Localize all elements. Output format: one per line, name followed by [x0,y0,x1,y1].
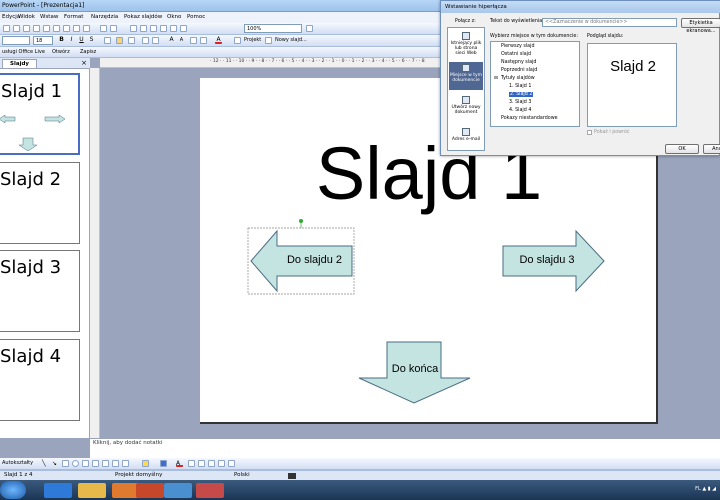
spellcheck-icon [288,473,296,479]
arrow-icon[interactable]: ↘ [52,460,59,467]
arrow-style-icon[interactable] [208,460,215,467]
shadow-style-icon[interactable] [218,460,225,467]
oval-icon[interactable] [72,460,79,467]
screentip-button[interactable]: Etykietka ekranowa... [681,18,720,34]
link-option-email[interactable]: Adres e-mail [449,126,483,154]
places-tree[interactable]: Pierwszy slajd Ostatni slajd Następny sl… [490,41,580,127]
place-slide-3[interactable]: 3. Slajd 3 [509,100,531,105]
slide-preview: Slajd 2 [587,43,677,127]
diagram-icon[interactable] [102,460,109,467]
right-arrow-text[interactable]: Do slajdu 3 [503,254,591,266]
cancel-button[interactable]: Anuluj [703,144,720,154]
dash-style-icon[interactable] [198,460,205,467]
place-last-slide[interactable]: Ostatni slajd [501,52,531,57]
line-icon[interactable]: ╲ [42,460,49,467]
ok-button[interactable]: OK [665,144,699,154]
link-option-new-document[interactable]: Utwórz nowy dokument [449,94,483,122]
place-slide-1[interactable]: 1. Slajd 1 [509,84,531,89]
autoshapes-menu[interactable]: Autokształty [2,460,33,466]
rectangle-icon[interactable] [62,460,69,467]
email-icon [462,128,470,136]
notes-pane[interactable]: Kliknij, aby dodać notatki [90,438,720,458]
explorer-icon[interactable] [78,483,106,498]
down-arrow-text[interactable]: Do końca [378,363,452,375]
system-tray: FL ▲ ▮ ◢ [695,486,716,492]
tree-collapse-icon[interactable]: ⊟ [494,76,498,81]
preview-label: Podgląd slajdu: [587,34,624,39]
link-option-web[interactable]: Istniejący plik lub strona sieci Web [449,30,483,58]
wordart-icon[interactable] [92,460,99,467]
place-slide-4[interactable]: 4. Slajd 4 [509,108,531,113]
show-return-checkbox[interactable] [587,130,592,135]
taskbar: FL ▲ ▮ ◢ [0,480,720,500]
link-to-label: Połącz z: [455,19,476,24]
rotation-handle[interactable] [299,219,303,223]
drawing-toolbar: Autokształty ╲ ↘ A [0,458,720,470]
new-document-icon [462,96,470,104]
status-design: Projekt domyślny [115,472,163,478]
left-arrow-text[interactable]: Do slajdu 2 [277,254,352,266]
font-color-draw-icon[interactable]: A [176,460,183,467]
text-to-display-label: Tekst do wyświetlenia: [490,19,544,24]
status-bar: Slajd 1 z 4 Projekt domyślny Polski [0,470,720,480]
link-option-this-document[interactable]: Miejsce w tym dokumencie [449,62,483,90]
help-task-icon[interactable] [164,483,192,498]
picture-icon[interactable] [122,460,129,467]
text-to-display-input[interactable]: <<Zaznaczenie w dokumencie>> [542,18,677,27]
line-color-icon[interactable] [160,460,167,467]
document-place-icon [462,64,470,72]
status-slide: Slajd 1 z 4 [4,472,33,478]
dialog-title: Wstawianie hiperłącza [441,1,720,13]
insert-hyperlink-dialog: Wstawianie hiperłącza Połącz z: Tekst do… [440,0,720,156]
place-first-slide[interactable]: Pierwszy slajd [501,44,535,49]
notes-placeholder: Kliknij, aby dodać notatki [93,440,163,446]
place-next-slide[interactable]: Następny slajd [501,60,536,65]
textbox-icon[interactable] [82,460,89,467]
select-place-label: Wybierz miejsce w tym dokumencie: [490,34,578,39]
app-task-icon[interactable] [196,483,224,498]
show-return-label: Pokaż i powróć [594,130,630,135]
preview-text: Slajd 2 [610,58,656,75]
ie-icon[interactable] [44,483,72,498]
place-slide-titles[interactable]: Tytuły slajdów [501,76,535,81]
line-style-icon[interactable] [188,460,195,467]
clipart-icon[interactable] [112,460,119,467]
link-to-panel: Istniejący plik lub strona sieci Web Mie… [447,27,485,151]
fill-color-icon[interactable] [142,460,149,467]
3d-style-icon[interactable] [228,460,235,467]
start-button[interactable] [0,481,26,499]
place-custom-shows[interactable]: Pokazy niestandardowe [501,116,558,121]
web-page-icon [462,32,470,40]
status-language: Polski [234,472,250,478]
place-previous-slide[interactable]: Poprzedni slajd [501,68,537,73]
place-slide-2[interactable]: 2. Slajd 2 [509,92,534,97]
powerpoint-task-icon[interactable] [136,483,164,498]
